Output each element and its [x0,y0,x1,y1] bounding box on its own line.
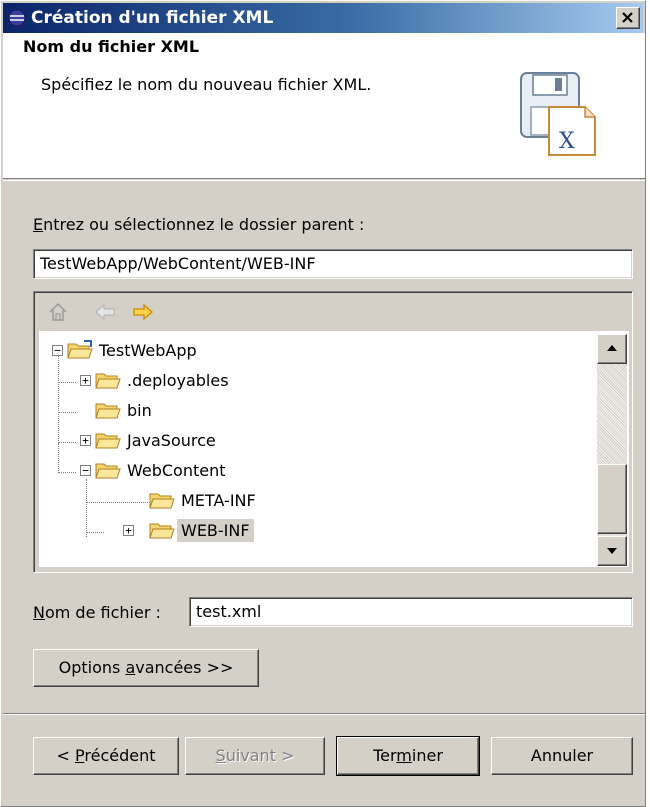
back-arrow-icon[interactable] [93,302,117,322]
arrow-down-icon [607,548,617,554]
banner-description: Spécifiez le nom du nouveau fichier XML. [41,75,372,94]
cancel-button[interactable]: Annuler [491,737,633,775]
collapse-toggle[interactable]: − [80,465,91,476]
scroll-up-button[interactable] [597,334,627,364]
filename-input[interactable]: test.xml [189,597,633,627]
folder-icon [95,463,121,479]
filename-label: Nom de fichier : [33,603,161,622]
tree-node-label: .deployables [127,371,229,390]
close-button[interactable] [616,7,640,29]
advanced-options-button[interactable]: Options avancées >> [33,649,259,687]
folder-icon [95,403,121,419]
next-button[interactable]: Suivant > [185,737,325,775]
tree-node-bin[interactable]: bin [39,397,339,425]
tree-node-testwebapp[interactable]: − TestWebApp [39,337,339,365]
collapse-toggle[interactable]: − [52,345,63,356]
expand-toggle[interactable]: + [80,375,91,386]
folder-icon [149,523,175,539]
expand-toggle[interactable]: + [123,525,134,536]
forward-arrow-icon[interactable] [131,302,155,322]
eclipse-icon [8,9,26,27]
tree-scrollbar[interactable] [597,334,627,566]
home-icon[interactable] [47,301,69,323]
tree-node-meta-inf[interactable]: META-INF [39,487,339,515]
tree-node-label: TestWebApp [99,341,197,360]
tree-node-label: JavaSource [127,431,216,450]
close-icon [622,12,633,23]
back-button[interactable]: < Précédent [33,737,179,775]
tree-node-webcontent[interactable]: − WebContent [39,457,339,485]
tree-node-label: WebContent [127,461,226,480]
scroll-thumb[interactable] [597,464,627,534]
scroll-down-button[interactable] [597,536,627,566]
expand-toggle[interactable]: + [80,435,91,446]
tree-node-web-inf[interactable]: + WEB-INF [39,517,339,545]
window-title: Création d'un fichier XML [31,8,274,28]
svg-text:X: X [559,129,575,154]
tree-node-label: META-INF [181,491,256,510]
tree-node-javasource[interactable]: + JavaSource [39,427,339,455]
folder-icon [149,493,175,509]
dialog-window: Création d'un fichier XML Nom du fichier… [0,0,646,807]
finish-button[interactable]: Terminer [336,736,480,776]
banner-title: Nom du fichier XML [23,37,200,56]
folder-icon [95,373,121,389]
tree-node-deployables[interactable]: + .deployables [39,367,339,395]
folder-icon [95,433,121,449]
parent-folder-input[interactable]: TestWebApp/WebContent/WEB-INF [33,249,633,279]
title-bar[interactable]: Création d'un fichier XML [3,3,643,33]
tree-node-label: WEB-INF [177,519,254,542]
tree-node-label: bin [127,401,152,420]
parent-folder-label: Entrez ou sélectionnez le dossier parent… [33,215,365,234]
new-xml-file-icon: X [520,72,596,156]
arrow-up-icon [607,345,617,351]
tree-toolbar [39,297,599,327]
project-folder-icon [67,340,93,359]
folder-tree[interactable]: − TestWebApp + .deployables bin + JavaSo… [39,331,629,567]
